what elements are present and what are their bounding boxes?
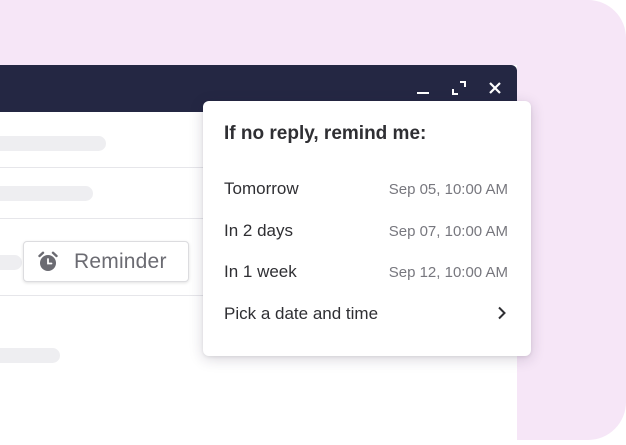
option-datetime: Sep 12, 10:00 AM	[388, 263, 508, 281]
popover-title: If no reply, remind me:	[224, 123, 427, 144]
chevron-right-icon	[497, 306, 507, 325]
option-tomorrow[interactable]: Tomorrow Sep 05, 10:00 AM	[203, 169, 531, 209]
minimize-icon[interactable]	[412, 77, 434, 99]
option-datetime: Sep 05, 10:00 AM	[388, 180, 508, 198]
option-in-2-days[interactable]: In 2 days Sep 07, 10:00 AM	[203, 211, 531, 251]
reminder-label: Reminder	[74, 249, 167, 273]
placeholder-line	[0, 136, 106, 151]
close-icon[interactable]	[484, 77, 506, 99]
option-in-1-week[interactable]: In 1 week Sep 12, 10:00 AM	[203, 252, 531, 292]
placeholder-line	[0, 255, 22, 270]
placeholder-line	[0, 186, 93, 201]
option-pick-date-time[interactable]: Pick a date and time	[203, 294, 531, 334]
alarm-clock-icon	[37, 251, 59, 273]
option-label: In 1 week	[224, 262, 297, 281]
option-label: Pick a date and time	[224, 304, 379, 323]
option-datetime: Sep 07, 10:00 AM	[388, 222, 508, 240]
reminder-popover: If no reply, remind me: Tomorrow Sep 05,…	[203, 101, 531, 356]
expand-icon[interactable]	[448, 77, 470, 99]
reminder-button[interactable]: Reminder	[23, 241, 189, 282]
option-label: In 2 days	[224, 221, 293, 240]
option-label: Tomorrow	[224, 179, 299, 198]
placeholder-line	[0, 348, 60, 363]
